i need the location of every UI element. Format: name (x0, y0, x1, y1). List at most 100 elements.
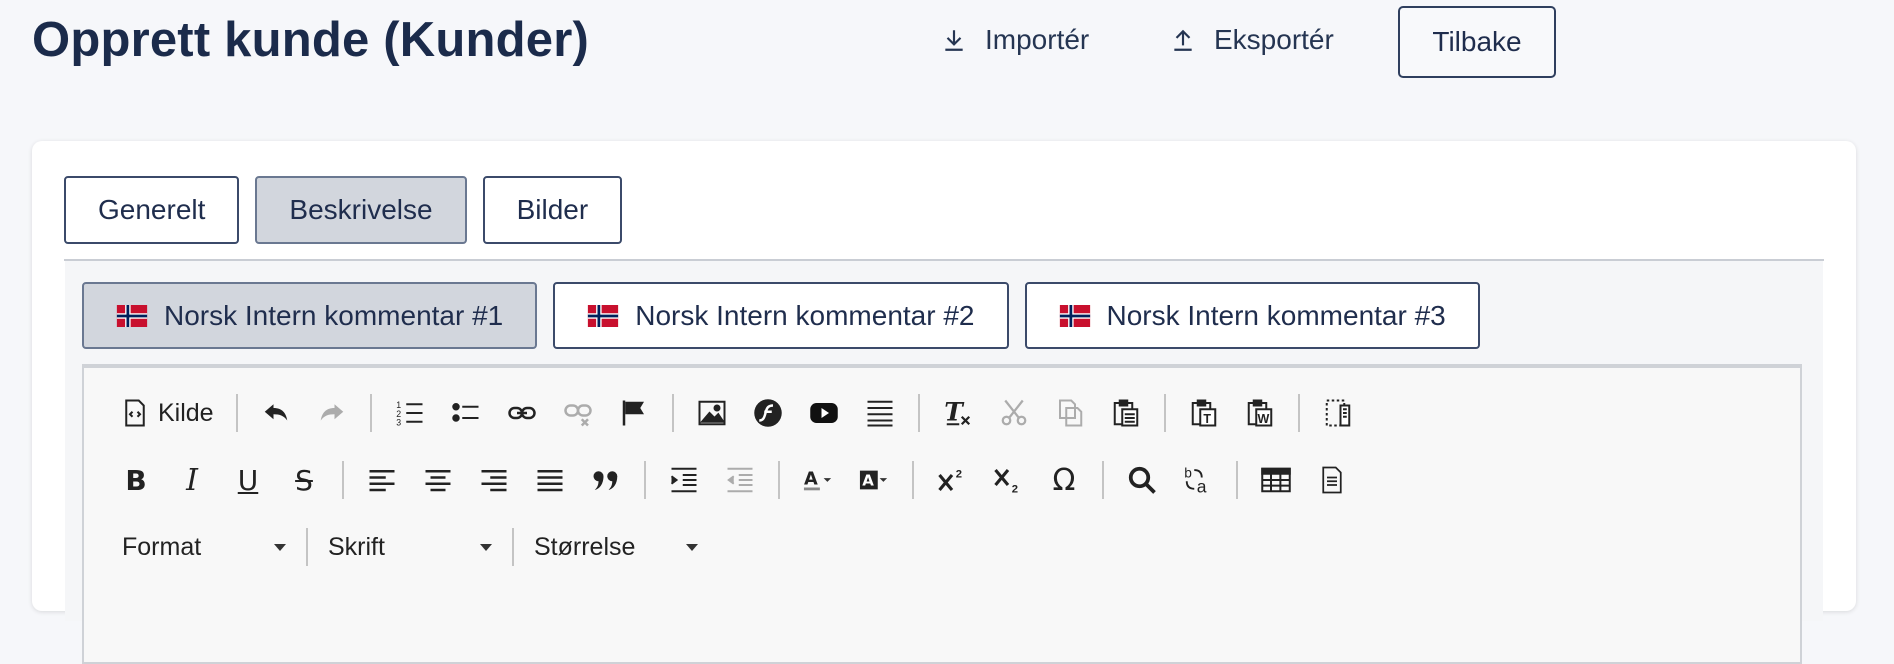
main-card: Generelt Beskrivelse Bilder Norsk Intern… (32, 141, 1856, 664)
replace-icon: ba (1184, 466, 1207, 496)
toolbar-separator (1163, 394, 1166, 432)
lang-tab-label: Norsk Intern kommentar #2 (635, 299, 975, 331)
paste-word-button[interactable]: W (1238, 391, 1282, 435)
anchor-button[interactable] (612, 391, 656, 435)
strikethrough-icon: S (295, 463, 313, 497)
background-color-button[interactable]: A (852, 458, 896, 502)
chevron-down-icon (274, 543, 286, 551)
bulleted-list-button[interactable] (444, 391, 488, 435)
image-button[interactable] (690, 391, 734, 435)
source-label: Kilde (158, 398, 214, 427)
paste-text-button[interactable]: T (1182, 391, 1226, 435)
toolbar-separator (1236, 461, 1238, 499)
flash-button[interactable] (746, 391, 790, 435)
import-label: Importér (985, 24, 1090, 55)
find-button[interactable] (1120, 458, 1164, 502)
paste-button[interactable] (1104, 391, 1148, 435)
page-button[interactable] (1310, 458, 1354, 502)
align-right-button[interactable] (472, 458, 516, 502)
lang-tab-label: Norsk Intern kommentar #1 (164, 299, 504, 331)
toolbar-separator (1102, 461, 1104, 499)
copy-icon (1058, 399, 1082, 427)
superscript-button[interactable]: 2 (930, 458, 974, 502)
toolbar-separator (912, 461, 914, 499)
toolbar-separator (1297, 394, 1300, 432)
replace-button[interactable]: ba (1176, 458, 1220, 502)
norway-flag-icon (1059, 304, 1090, 327)
back-button[interactable]: Tilbake (1398, 6, 1556, 78)
font-label: Skrift (328, 532, 385, 561)
size-label: Størrelse (534, 532, 636, 561)
special-char-button[interactable]: Ω (1042, 458, 1086, 502)
link-icon (507, 406, 536, 420)
redo-button[interactable] (310, 391, 354, 435)
size-dropdown[interactable]: Størrelse (526, 525, 706, 569)
outdent-button[interactable] (718, 458, 762, 502)
lang-tab-1[interactable]: Norsk Intern kommentar #1 (82, 282, 538, 349)
svg-text:A: A (804, 469, 818, 490)
align-center-button[interactable] (416, 458, 460, 502)
blockquote-button[interactable] (584, 458, 628, 502)
subscript-button[interactable]: 2 (986, 458, 1030, 502)
svg-text:b: b (1184, 466, 1192, 481)
download-icon (945, 30, 963, 51)
strikethrough-button[interactable]: S (282, 458, 326, 502)
section-tabs: Generelt Beskrivelse Bilder (64, 176, 623, 244)
paste-word-icon: W (1247, 399, 1272, 427)
indent-icon (670, 467, 697, 493)
svg-text:2: 2 (956, 469, 962, 481)
text-color-button[interactable]: A (796, 458, 840, 502)
indent-button[interactable] (662, 458, 706, 502)
horizontal-line-button[interactable] (858, 391, 902, 435)
special-char-icon: Ω (1052, 462, 1076, 498)
toolbar-separator (644, 461, 646, 499)
numbered-list-button[interactable]: 123 (388, 391, 432, 435)
source-button[interactable]: Kilde (114, 391, 220, 435)
undo-button[interactable] (254, 391, 298, 435)
bold-button[interactable]: B (114, 458, 158, 502)
cut-icon (1001, 399, 1026, 426)
align-center-icon (425, 470, 451, 492)
page-title: Opprett kunde (Kunder) (32, 13, 589, 67)
underline-button[interactable]: U (226, 458, 270, 502)
font-dropdown[interactable]: Skrift (320, 525, 500, 569)
tab-general[interactable]: Generelt (64, 176, 240, 244)
toolbar-row-1: Kilde 123 T T W (114, 388, 1372, 438)
source-icon (125, 399, 145, 427)
toolbar-separator (369, 394, 372, 432)
find-icon (1128, 466, 1156, 494)
link-button[interactable] (500, 391, 544, 435)
justify-button[interactable] (528, 458, 572, 502)
tab-images[interactable]: Bilder (482, 176, 623, 244)
language-panel: Norsk Intern kommentar #1 Norsk Intern k… (65, 261, 1823, 664)
page-icon (1322, 466, 1342, 494)
table-button[interactable] (1254, 458, 1298, 502)
copy-button[interactable] (1048, 391, 1092, 435)
toolbar-row-3: Format Skrift Størrelse (114, 522, 706, 572)
templates-button[interactable] (1316, 391, 1360, 435)
lang-tab-3[interactable]: Norsk Intern kommentar #3 (1024, 282, 1480, 349)
svg-text:T: T (1203, 412, 1211, 426)
format-dropdown[interactable]: Format (114, 525, 294, 569)
norway-flag-icon (588, 304, 619, 327)
svg-text:a: a (1197, 477, 1207, 496)
italic-button[interactable]: I (170, 458, 214, 502)
tab-description[interactable]: Beskrivelse (255, 176, 467, 244)
cut-button[interactable] (992, 391, 1036, 435)
align-left-button[interactable] (360, 458, 404, 502)
export-link[interactable]: Eksportér (1170, 24, 1334, 56)
toolbar-separator (235, 394, 238, 432)
unlink-button[interactable] (556, 391, 600, 435)
italic-icon: I (186, 462, 198, 498)
export-label: Eksportér (1214, 24, 1334, 55)
lang-tab-2[interactable]: Norsk Intern kommentar #2 (553, 282, 1009, 349)
youtube-button[interactable] (802, 391, 846, 435)
subscript-icon: 2 (994, 468, 1018, 495)
numbered-list-icon: 123 (396, 400, 423, 428)
import-link[interactable]: Importér (941, 24, 1089, 56)
toolbar-row-2: B I U S A A 2 2 Ω b a (114, 455, 1366, 505)
templates-icon (1325, 399, 1350, 427)
lang-tab-label: Norsk Intern kommentar #3 (1106, 299, 1446, 331)
remove-format-button[interactable]: T (936, 391, 980, 435)
toolbar-separator (306, 528, 308, 566)
